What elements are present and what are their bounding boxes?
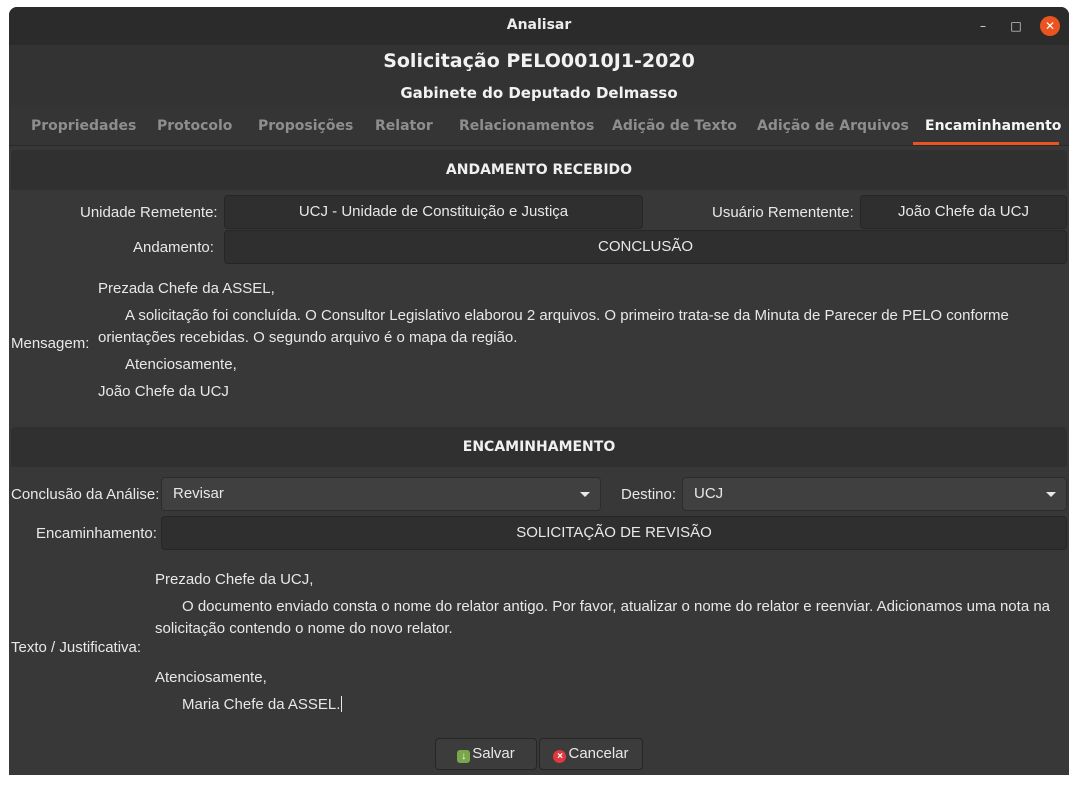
forward-section-heading: ENCAMINHAMENTO: [11, 427, 1067, 467]
cancel-icon: ×: [553, 750, 567, 763]
justification-label: Texto / Justificativa:: [11, 639, 142, 656]
cancel-button-label: Cancelar: [568, 745, 629, 762]
tab-encaminhamento[interactable]: Encaminhamento: [925, 118, 1061, 134]
message-closing: Atenciosamente,: [125, 356, 237, 373]
minimize-icon[interactable]: –: [973, 16, 993, 36]
request-title: Solicitação PELO0010J1-2020: [383, 50, 695, 72]
destination-selected-value: UCJ: [694, 485, 724, 502]
tab-protocolo[interactable]: Protocolo: [157, 118, 232, 134]
chevron-down-icon: [1046, 492, 1056, 497]
chevron-down-icon: [580, 492, 590, 497]
text-cursor: [341, 696, 343, 712]
title-bar: Analisar – □ ✕: [9, 7, 1069, 45]
received-message: Prezada Chefe da ASSEL, A solicitação fo…: [98, 278, 1066, 403]
sender-unit-field: UCJ - Unidade de Constituição e Justiça: [224, 195, 643, 229]
message-body: A solicitação foi concluída. O Consultor…: [125, 307, 1009, 324]
justification-greeting: Prezado Chefe da UCJ,: [155, 571, 314, 588]
justification-textarea[interactable]: Prezado Chefe da UCJ, O documento enviad…: [155, 569, 1067, 716]
destination-select[interactable]: UCJ: [682, 477, 1067, 511]
window-title: Analisar: [506, 17, 572, 33]
tab-relacionamentos[interactable]: Relacionamentos: [459, 118, 594, 134]
justification-signature: Maria Chefe da ASSEL.: [182, 696, 341, 713]
sender-user-label: Usuário Rementente:: [712, 204, 854, 221]
close-icon[interactable]: ✕: [1040, 16, 1060, 36]
tab-proposicoes[interactable]: Proposições: [258, 118, 353, 134]
conclusion-select[interactable]: Revisar: [161, 477, 601, 511]
tab-propriedades[interactable]: Propriedades: [31, 118, 136, 134]
status-label: Andamento:: [133, 239, 214, 256]
destination-label: Destino:: [621, 486, 677, 503]
conclusion-label: Conclusão da Análise:: [11, 486, 160, 503]
justification-body-continued: solicitação contendo o nome do novo rela…: [155, 620, 453, 637]
save-button-label: Salvar: [472, 745, 515, 762]
cancel-button[interactable]: × Cancelar: [539, 738, 643, 770]
active-tab-indicator: [913, 142, 1059, 145]
analisar-window: Analisar – □ ✕ Solicitação PELO0010J1-20…: [9, 7, 1069, 775]
maximize-icon[interactable]: □: [1006, 16, 1026, 36]
status-field: CONCLUSÃO: [224, 230, 1067, 264]
request-subtitle: Gabinete do Deputado Delmasso: [400, 84, 678, 102]
message-body-continued: orientações recebidas. O segundo arquivo…: [98, 329, 518, 346]
tab-adicao-de-texto[interactable]: Adição de Texto: [612, 118, 737, 134]
justification-body: O documento enviado consta o nome do rel…: [182, 598, 1051, 615]
justification-closing: Atenciosamente,: [155, 669, 267, 686]
forwarding-label: Encaminhamento:: [36, 525, 157, 542]
request-header: Solicitação PELO0010J1-2020 Gabinete do …: [9, 45, 1069, 107]
tab-relator[interactable]: Relator: [375, 118, 433, 134]
message-label: Mensagem:: [11, 335, 90, 352]
received-section-heading: ANDAMENTO RECEBIDO: [11, 150, 1067, 190]
save-icon: ↓: [457, 750, 471, 763]
forwarding-field: SOLICITAÇÃO DE REVISÃO: [161, 516, 1067, 550]
message-signature: João Chefe da UCJ: [98, 383, 229, 400]
sender-user-field: João Chefe da UCJ: [860, 195, 1067, 229]
sender-unit-label: Unidade Remetente:: [80, 204, 218, 221]
save-button[interactable]: ↓ Salvar: [435, 738, 537, 770]
conclusion-selected-value: Revisar: [173, 485, 224, 502]
tab-bar: Propriedades Protocolo Proposições Relat…: [9, 107, 1069, 146]
tab-adicao-de-arquivos[interactable]: Adição de Arquivos: [757, 118, 909, 134]
message-greeting: Prezada Chefe da ASSEL,: [98, 280, 275, 297]
justification-signature-line: Maria Chefe da ASSEL.: [155, 694, 1067, 716]
